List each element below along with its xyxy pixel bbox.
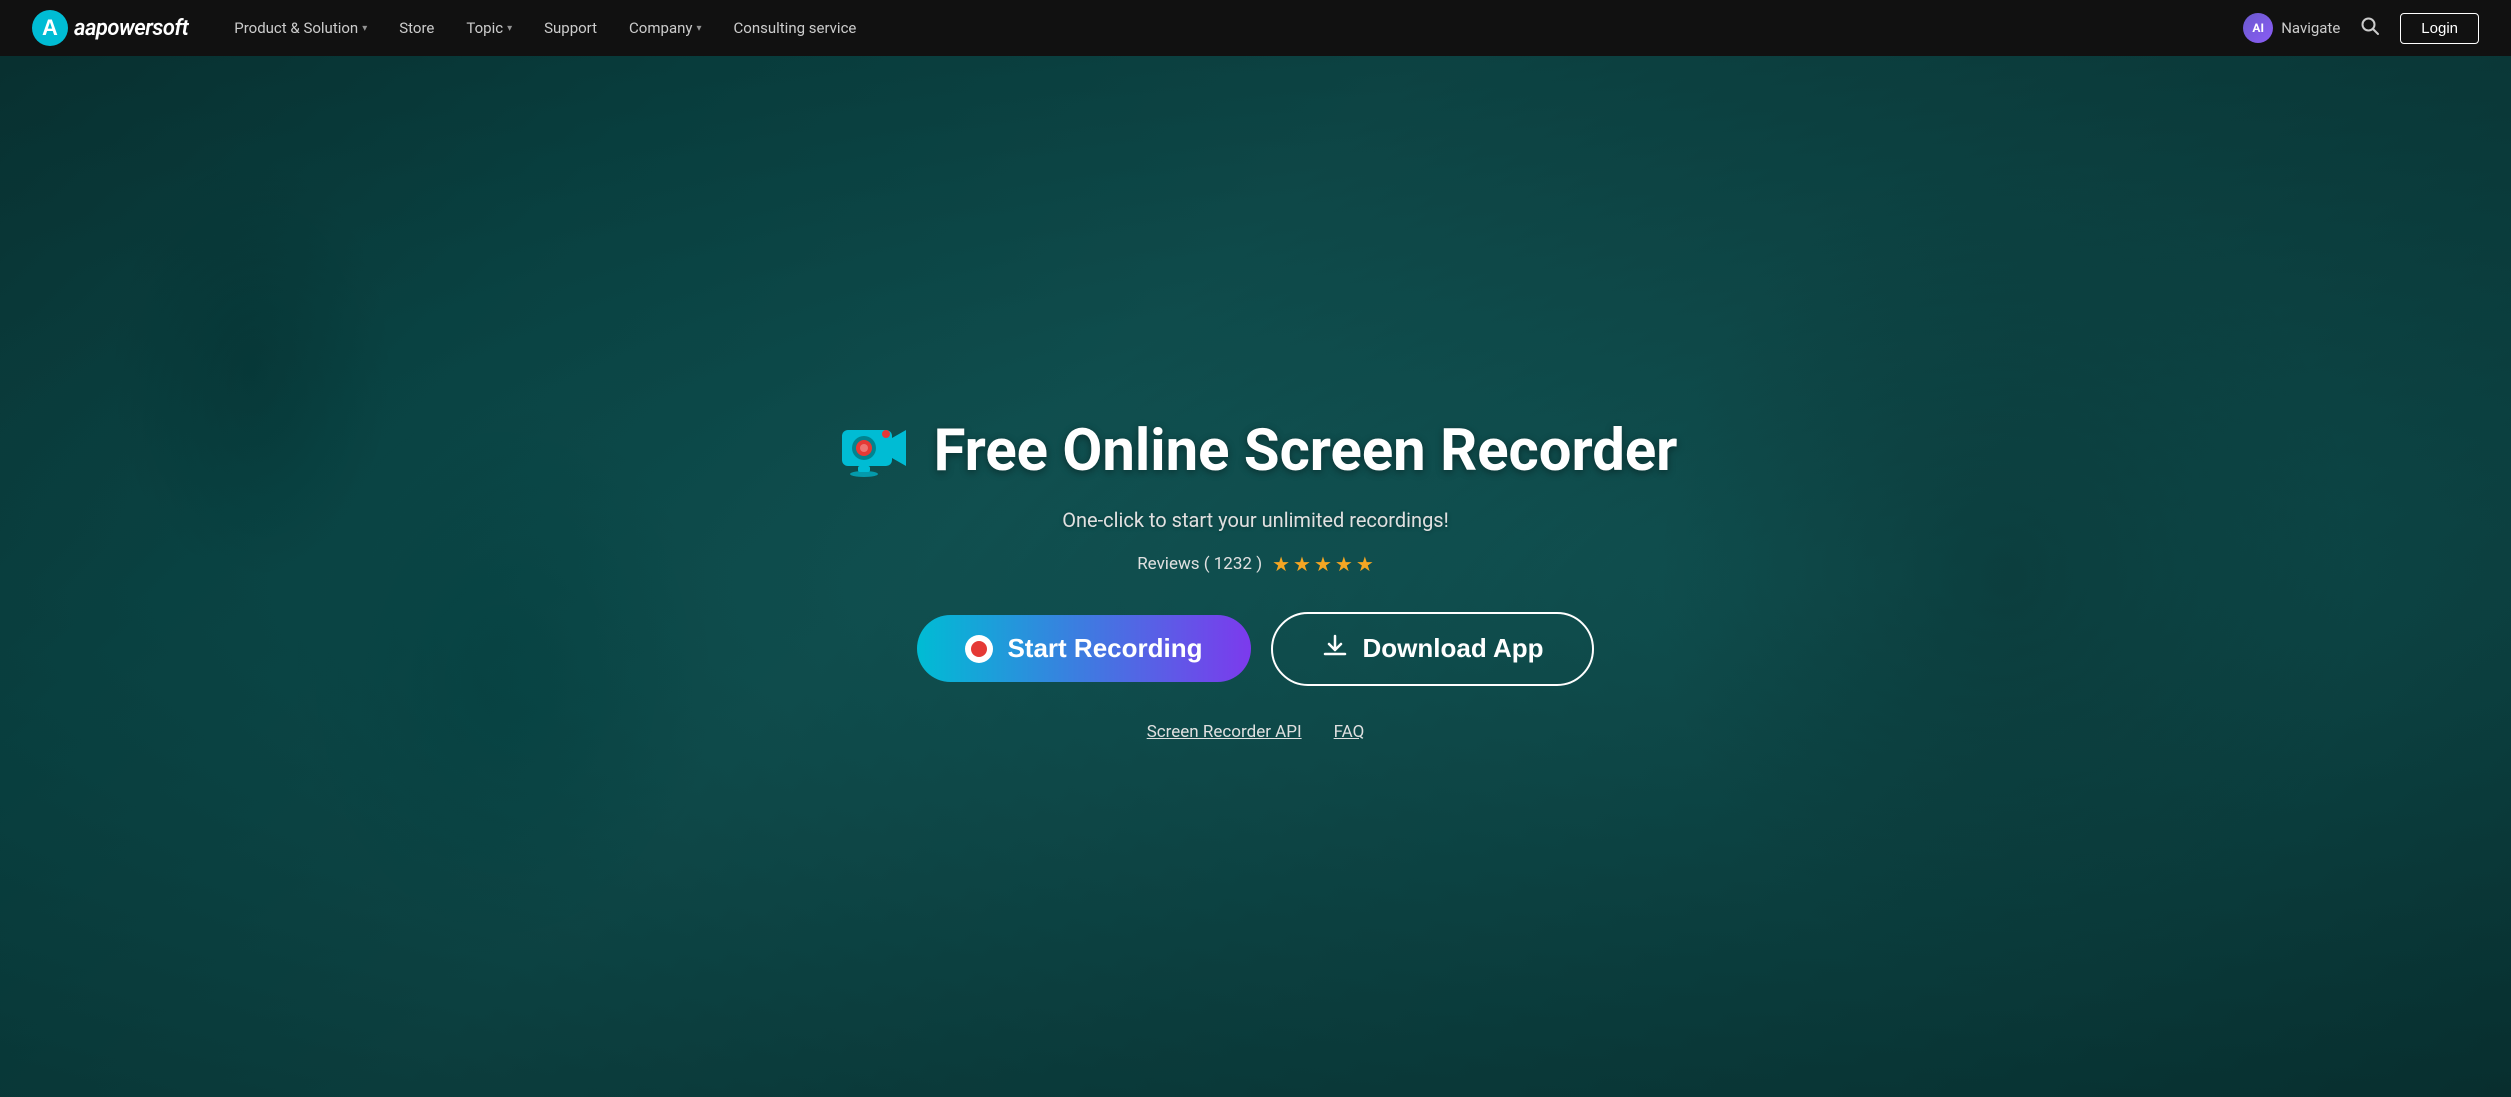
star-2: ★ bbox=[1293, 552, 1311, 576]
logo-text: aapowersoft bbox=[74, 16, 188, 41]
nav-item-company[interactable]: Company ▾ bbox=[615, 0, 715, 56]
hero-content: Free Online Screen Recorder One-click to… bbox=[814, 372, 1698, 782]
screen-recorder-api-link[interactable]: Screen Recorder API bbox=[1147, 722, 1302, 742]
star-5: ★ bbox=[1356, 552, 1374, 576]
nav-item-product[interactable]: Product & Solution ▾ bbox=[220, 0, 381, 56]
nav-item-consulting[interactable]: Consulting service bbox=[720, 0, 871, 56]
ai-avatar: AI bbox=[2243, 13, 2273, 43]
chevron-down-icon: ▾ bbox=[362, 23, 367, 34]
chevron-down-icon-topic: ▾ bbox=[507, 23, 512, 34]
faq-link[interactable]: FAQ bbox=[1334, 722, 1365, 742]
navbar: A aapowersoft Product & Solution ▾ Store… bbox=[0, 0, 2511, 56]
nav-item-support[interactable]: Support bbox=[530, 0, 611, 56]
hero-reviews: Reviews ( 1232 ) ★ ★ ★ ★ ★ bbox=[1137, 552, 1374, 576]
star-rating: ★ ★ ★ ★ ★ bbox=[1272, 552, 1374, 576]
svg-text:A: A bbox=[42, 15, 58, 40]
star-1: ★ bbox=[1272, 552, 1290, 576]
logo[interactable]: A aapowersoft bbox=[32, 10, 188, 46]
hero-title: Free Online Screen Recorder bbox=[934, 420, 1678, 484]
reviews-text: Reviews ( 1232 ) bbox=[1137, 554, 1262, 574]
download-icon bbox=[1321, 632, 1349, 666]
nav-items: Product & Solution ▾ Store Topic ▾ Suppo… bbox=[220, 0, 2243, 56]
login-button[interactable]: Login bbox=[2400, 13, 2479, 44]
camera-icon bbox=[834, 412, 914, 492]
star-4: ★ bbox=[1335, 552, 1353, 576]
hero-section: Free Online Screen Recorder One-click to… bbox=[0, 56, 2511, 1097]
ai-navigate-button[interactable]: AI Navigate bbox=[2243, 13, 2340, 43]
start-recording-button[interactable]: Start Recording bbox=[917, 615, 1250, 682]
hero-links: Screen Recorder API FAQ bbox=[1147, 722, 1365, 742]
nav-item-store[interactable]: Store bbox=[385, 0, 448, 56]
record-dot-icon bbox=[965, 635, 993, 663]
hero-subtitle: One-click to start your unlimited record… bbox=[1062, 508, 1449, 532]
logo-a: a bbox=[74, 16, 85, 41]
star-3: ★ bbox=[1314, 552, 1332, 576]
download-app-button[interactable]: Download App bbox=[1271, 612, 1594, 686]
search-icon[interactable] bbox=[2356, 12, 2384, 45]
hero-buttons: Start Recording Download App bbox=[917, 612, 1593, 686]
chevron-down-icon-company: ▾ bbox=[696, 23, 701, 34]
nav-right: AI Navigate Login bbox=[2243, 12, 2479, 45]
nav-item-topic[interactable]: Topic ▾ bbox=[452, 0, 526, 56]
hero-title-row: Free Online Screen Recorder bbox=[834, 412, 1678, 492]
